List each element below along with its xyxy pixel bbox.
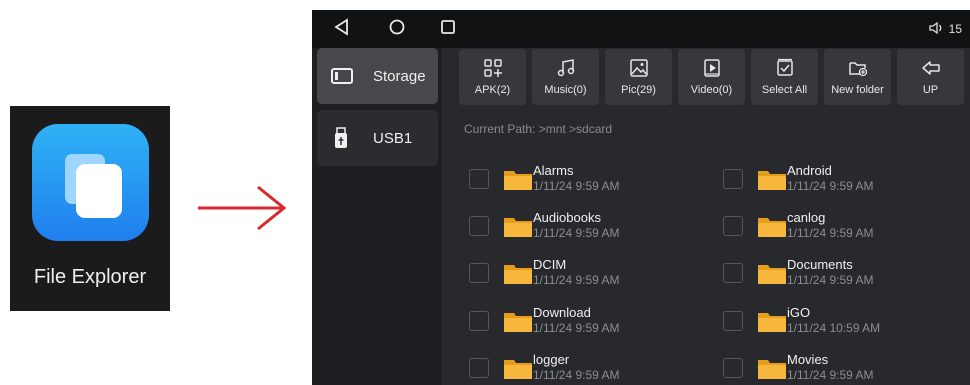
file-date: 1/11/24 9:59 AM bbox=[533, 179, 620, 193]
sidebar: Storage USB1 bbox=[312, 48, 442, 385]
file-name: iGO bbox=[787, 305, 811, 320]
folder-icon bbox=[758, 313, 786, 332]
file-row[interactable]: Audiobooks 1/11/24 9:59 AM bbox=[469, 209, 709, 249]
file-checkbox[interactable] bbox=[723, 263, 743, 283]
toolbar-label: Select All bbox=[761, 84, 808, 96]
device-screen: 15 Storage USB1 APK(2) Music(0) Pic(29) … bbox=[312, 10, 970, 385]
sidebar-item-label: USB1 bbox=[373, 129, 413, 147]
folder-icon bbox=[758, 360, 786, 379]
apk-icon bbox=[483, 59, 502, 77]
app-tile[interactable]: File Explorer bbox=[10, 106, 170, 311]
file-date: 1/11/24 9:59 AM bbox=[533, 226, 620, 240]
file-date: 1/11/24 9:59 AM bbox=[533, 273, 620, 287]
folder-icon bbox=[504, 218, 532, 237]
folder-icon bbox=[76, 164, 122, 218]
file-date: 1/11/24 9:59 AM bbox=[533, 321, 620, 335]
file-checkbox[interactable] bbox=[723, 358, 743, 378]
sidebar-item-usb1[interactable]: USB1 bbox=[317, 110, 438, 166]
file-checkbox[interactable] bbox=[469, 311, 489, 331]
file-name: DCIM bbox=[533, 257, 567, 272]
file-checkbox[interactable] bbox=[469, 263, 489, 283]
file-row[interactable]: Download 1/11/24 9:59 AM bbox=[469, 304, 709, 344]
folder-icon bbox=[758, 218, 786, 237]
video-button[interactable]: Video(0) bbox=[678, 49, 745, 105]
file-row[interactable]: canlog 1/11/24 9:59 AM bbox=[723, 209, 963, 249]
folder-icon bbox=[504, 360, 532, 379]
volume-level: 15 bbox=[948, 22, 962, 36]
file-row[interactable]: Alarms 1/11/24 9:59 AM bbox=[469, 162, 709, 202]
toolbar-label: UP bbox=[922, 84, 939, 96]
select-all-icon bbox=[776, 58, 793, 76]
file-name: Movies bbox=[787, 352, 829, 367]
back-icon[interactable] bbox=[334, 18, 350, 36]
file-checkbox[interactable] bbox=[723, 311, 743, 331]
storage-icon bbox=[331, 68, 353, 84]
folder-icon bbox=[504, 171, 532, 190]
file-row[interactable]: Android 1/11/24 9:59 AM bbox=[723, 162, 963, 202]
folder-icon bbox=[504, 313, 532, 332]
file-date: 1/11/24 9:59 AM bbox=[787, 368, 874, 382]
select-all-button[interactable]: Select All bbox=[751, 49, 818, 105]
folder-icon bbox=[758, 265, 786, 284]
folder-icon bbox=[758, 171, 786, 190]
current-path: Current Path: >mnt >sdcard bbox=[464, 122, 613, 136]
file-checkbox[interactable] bbox=[469, 216, 489, 236]
home-icon[interactable] bbox=[388, 18, 406, 36]
file-checkbox[interactable] bbox=[723, 169, 743, 189]
recents-icon[interactable] bbox=[440, 18, 456, 36]
pictures-button[interactable]: Pic(29) bbox=[605, 49, 672, 105]
file-name: Android bbox=[787, 163, 832, 178]
file-name: Alarms bbox=[533, 163, 574, 178]
picture-icon bbox=[629, 59, 648, 77]
folder-icon bbox=[504, 265, 532, 284]
status-bar: 15 bbox=[312, 10, 970, 48]
toolbar-label: Music(0) bbox=[544, 84, 587, 96]
apk-button[interactable]: APK(2) bbox=[459, 49, 526, 105]
file-row[interactable]: DCIM 1/11/24 9:59 AM bbox=[469, 256, 709, 296]
file-checkbox[interactable] bbox=[469, 169, 489, 189]
new-folder-button[interactable]: New folder bbox=[824, 49, 891, 105]
app-label: File Explorer bbox=[33, 266, 147, 288]
file-name: Download bbox=[533, 305, 591, 320]
up-button[interactable]: UP bbox=[897, 49, 964, 105]
new-folder-icon bbox=[848, 62, 867, 77]
volume-indicator: 15 bbox=[929, 21, 962, 36]
file-name: logger bbox=[533, 352, 570, 367]
file-checkbox[interactable] bbox=[723, 216, 743, 236]
toolbar-label: New folder bbox=[831, 84, 884, 96]
file-explorer-app-icon[interactable] bbox=[32, 124, 149, 241]
usb-icon bbox=[335, 127, 347, 148]
file-name: canlog bbox=[787, 210, 826, 225]
volume-icon bbox=[929, 21, 942, 35]
file-date: 1/11/24 9:59 AM bbox=[787, 273, 874, 287]
file-date: 1/11/24 9:59 AM bbox=[787, 179, 874, 193]
file-name: Documents bbox=[787, 257, 853, 272]
toolbar-label: APK(2) bbox=[474, 84, 511, 96]
file-date: 1/11/24 9:59 AM bbox=[787, 226, 874, 240]
file-row[interactable]: Movies 1/11/24 9:59 AM bbox=[723, 351, 963, 385]
file-row[interactable]: Documents 1/11/24 9:59 AM bbox=[723, 256, 963, 296]
music-icon bbox=[557, 59, 574, 77]
file-date: 1/11/24 10:59 AM bbox=[787, 321, 881, 335]
toolbar-label: Pic(29) bbox=[621, 84, 656, 96]
file-browser-main: APK(2) Music(0) Pic(29) Video(0) Select … bbox=[442, 48, 970, 385]
file-checkbox[interactable] bbox=[469, 358, 489, 378]
file-date: 1/11/24 9:59 AM bbox=[533, 368, 620, 382]
music-button[interactable]: Music(0) bbox=[532, 49, 599, 105]
red-arrow-icon bbox=[198, 185, 287, 231]
up-arrow-icon bbox=[921, 61, 940, 75]
file-row[interactable]: iGO 1/11/24 10:59 AM bbox=[723, 304, 963, 344]
toolbar-label: Video(0) bbox=[690, 84, 733, 96]
file-row[interactable]: logger 1/11/24 9:59 AM bbox=[469, 351, 709, 385]
file-name: Audiobooks bbox=[533, 210, 601, 225]
sidebar-item-label: Storage bbox=[373, 67, 426, 85]
sidebar-item-storage[interactable]: Storage bbox=[317, 48, 438, 104]
video-icon bbox=[703, 59, 720, 77]
